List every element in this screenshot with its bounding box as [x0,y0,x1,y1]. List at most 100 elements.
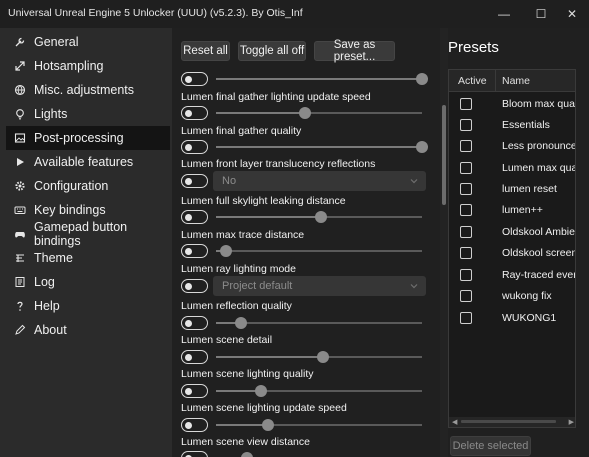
preset-row[interactable]: Ray-traced every [449,265,575,286]
setting-dropdown[interactable]: Project default [213,276,426,296]
sidebar-item-available-features[interactable]: Available features [6,150,170,174]
setting-dropdown[interactable]: No [213,171,426,191]
setting-slider[interactable] [216,72,428,86]
preset-row[interactable]: WUKONG1 [449,308,575,329]
presets-panel: Presets Active Name Bloom max qual Essen… [448,28,589,457]
slider-thumb[interactable] [235,317,247,329]
column-header-active[interactable]: Active [458,75,487,87]
slider-thumb[interactable] [262,419,274,431]
setting-slider[interactable] [216,316,422,330]
setting-toggle[interactable] [181,72,208,86]
preset-row[interactable]: Essentials [449,115,575,136]
preset-row[interactable]: lumen reset [449,179,575,200]
slider-thumb[interactable] [317,351,329,363]
preset-active-checkbox[interactable] [460,269,472,281]
sidebar-item-help[interactable]: Help [6,294,170,318]
setting-slider[interactable] [216,140,428,154]
slider-thumb[interactable] [315,211,327,223]
preset-active-checkbox[interactable] [460,183,472,195]
setting-toggle[interactable] [181,244,208,258]
setting-toggle[interactable] [181,384,208,398]
setting-slider[interactable] [216,244,422,258]
preset-row[interactable]: Oldskool screen [449,243,575,264]
maximize-button[interactable]: ☐ [524,0,558,28]
sidebar-item-label: Theme [34,251,73,265]
slider-fill [216,216,321,218]
setting-slider[interactable] [216,451,422,457]
sidebar-item-key-bindings[interactable]: Key bindings [6,198,170,222]
sidebar-item-label: Available features [34,155,134,169]
scrollbar-thumb[interactable] [461,420,556,423]
preset-row[interactable]: lumen++ [449,200,575,221]
setting-toggle[interactable] [181,210,208,224]
preset-active-checkbox[interactable] [460,162,472,174]
preset-active-checkbox[interactable] [460,290,472,302]
slider-thumb[interactable] [299,107,311,119]
sidebar-item-lights[interactable]: Lights [6,102,170,126]
save-as-preset-button[interactable]: Save as preset... [314,39,395,63]
preset-row[interactable]: Lumen max qual [449,158,575,179]
toggle-all-off-button[interactable]: Toggle all off [238,41,306,61]
preset-active-checkbox[interactable] [460,204,472,216]
settings-scrollbar[interactable] [440,28,448,457]
setting-slider[interactable] [216,418,422,432]
preset-row[interactable]: wukong fix [449,286,575,307]
setting-slider[interactable] [216,106,422,120]
setting-toggle[interactable] [181,140,208,154]
setting-slider[interactable] [216,350,422,364]
setting-toggle[interactable] [181,451,208,457]
scrollbar-thumb[interactable] [442,105,446,205]
reset-all-button[interactable]: Reset all [181,41,230,61]
preset-active-checkbox[interactable] [460,140,472,152]
sidebar-item-about[interactable]: About [6,318,170,342]
setting-slider[interactable] [216,210,422,224]
slider-thumb[interactable] [241,452,253,457]
preset-active-checkbox[interactable] [460,226,472,238]
setting-toggle[interactable] [181,418,208,432]
toggle-knob [185,421,192,429]
sidebar-item-label: Key bindings [34,203,106,217]
preset-active-checkbox[interactable] [460,247,472,259]
preset-active-checkbox[interactable] [460,119,472,131]
image-icon [14,132,26,144]
dropdown-value: Project default [222,280,293,292]
preset-active-checkbox[interactable] [460,98,472,110]
slider-thumb[interactable] [220,245,232,257]
minimize-button[interactable]: — [487,0,521,28]
slider-fill [216,356,323,358]
preset-name: lumen++ [502,204,543,216]
gamepad-icon [14,228,26,240]
sidebar-item-general[interactable]: General [6,30,170,54]
scroll-right-icon[interactable]: ▶ [569,418,574,426]
setting-toggle[interactable] [181,350,208,364]
sidebar-item-theme[interactable]: Theme [6,246,170,270]
close-button[interactable]: ✕ [555,0,589,28]
setting-slider[interactable] [216,384,422,398]
sidebar-item-label: Configuration [34,179,109,193]
horizontal-scrollbar[interactable]: ◀ ▶ [449,417,575,427]
column-header-name[interactable]: Name [502,75,530,87]
preset-active-checkbox[interactable] [460,312,472,324]
setting-toggle[interactable] [181,316,208,330]
scroll-left-icon[interactable]: ◀ [452,418,457,426]
preset-row[interactable]: Oldskool Ambie [449,222,575,243]
sidebar-item-hotsampling[interactable]: Hotsampling [6,54,170,78]
sidebar-item-label: Lights [34,107,68,121]
sidebar-item-log[interactable]: Log [6,270,170,294]
slider-thumb[interactable] [416,73,428,85]
sidebar-item-misc-adjustments[interactable]: Misc. adjustments [6,78,170,102]
sidebar-item-post-processing[interactable]: Post-processing [6,126,170,150]
slider-thumb[interactable] [416,141,428,153]
preset-row[interactable]: Less pronouncec [449,136,575,157]
setting-toggle[interactable] [181,279,208,293]
sidebar-item-gamepad-button-bindings[interactable]: Gamepad button bindings [6,220,170,248]
slider-fill [216,146,422,148]
setting-toggle[interactable] [181,174,208,188]
toggle-knob [185,387,192,395]
preset-row[interactable]: Bloom max qual [449,94,575,115]
sidebar-item-configuration[interactable]: Configuration [6,174,170,198]
slider-thumb[interactable] [255,385,267,397]
wrench-icon [14,36,26,48]
delete-selected-button[interactable]: Delete selected [450,436,531,456]
setting-toggle[interactable] [181,106,208,120]
